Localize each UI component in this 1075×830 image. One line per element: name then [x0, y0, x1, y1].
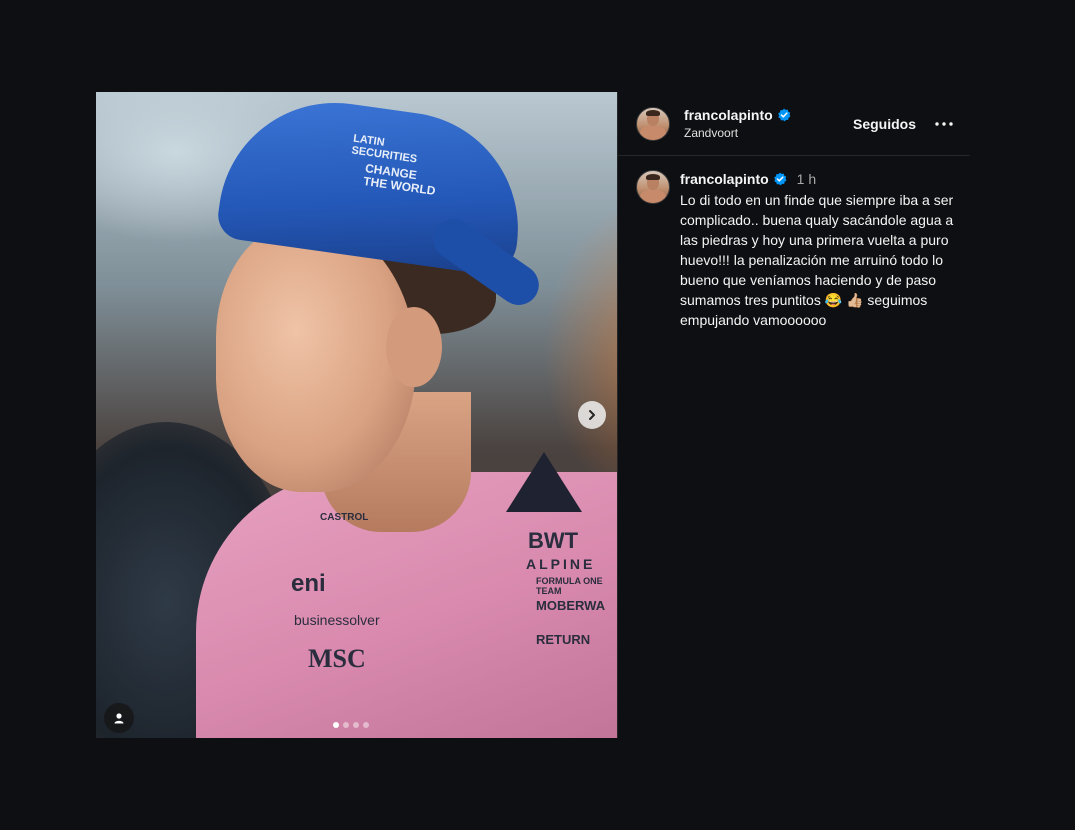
photo-sponsor-businessolver: businessolver — [294, 612, 380, 628]
user-tag-icon — [114, 713, 124, 724]
photo-sponsor-bwt: BWT — [528, 528, 579, 553]
photo-sponsor-eni: eni — [291, 570, 326, 597]
post-sidebar: francolapinto Zandvoort Seguidos francol… — [617, 92, 970, 738]
author-info: francolapinto Zandvoort — [684, 107, 853, 140]
photo-sponsor-castrol: CASTROL — [320, 512, 369, 523]
caption-author-username[interactable]: francolapinto — [680, 171, 769, 187]
photo-sponsor-alpine: ALPINE — [526, 556, 596, 572]
post-dialog: LATIN SECURITIES CHANGE THE WORLD CASTRO… — [96, 92, 970, 738]
caption-text: Lo di todo en un finde que siempre iba a… — [680, 192, 958, 328]
more-options-button[interactable] — [932, 112, 956, 136]
post-location[interactable]: Zandvoort — [684, 126, 853, 140]
photo-sponsor-msc: MSC — [308, 644, 366, 673]
carousel-next-button[interactable] — [578, 401, 606, 429]
carousel-indicator — [333, 722, 369, 728]
alpine-logo-icon — [506, 452, 582, 512]
author-avatar[interactable] — [636, 106, 670, 141]
post-media[interactable]: LATIN SECURITIES CHANGE THE WORLD CASTRO… — [96, 92, 617, 738]
verified-badge-icon — [773, 172, 787, 186]
caption-author-avatar[interactable] — [636, 170, 670, 204]
author-username[interactable]: francolapinto — [684, 107, 773, 123]
caption-timestamp[interactable]: 1 h — [797, 171, 816, 187]
caption-body: francolapinto 1 h Lo di todo en un finde… — [680, 170, 956, 330]
caption-comment: francolapinto 1 h Lo di todo en un finde… — [618, 156, 970, 330]
more-horizontal-icon — [935, 121, 953, 126]
carousel-dot — [363, 722, 369, 728]
carousel-dot — [343, 722, 349, 728]
photo-sponsor-f1-team: FORMULA ONE TEAM — [536, 576, 603, 596]
photo-ear — [386, 307, 442, 387]
photo-sponsor-return: RETURN — [536, 632, 591, 647]
chevron-right-icon — [589, 410, 595, 420]
verified-badge-icon — [777, 108, 791, 122]
photo-sponsor-moberly: MOBERWA — [536, 598, 606, 613]
carousel-dot-active — [333, 722, 339, 728]
following-button[interactable]: Seguidos — [853, 116, 916, 132]
tagged-users-button[interactable] — [104, 703, 134, 733]
carousel-dot — [353, 722, 359, 728]
post-header: francolapinto Zandvoort Seguidos — [618, 92, 970, 156]
